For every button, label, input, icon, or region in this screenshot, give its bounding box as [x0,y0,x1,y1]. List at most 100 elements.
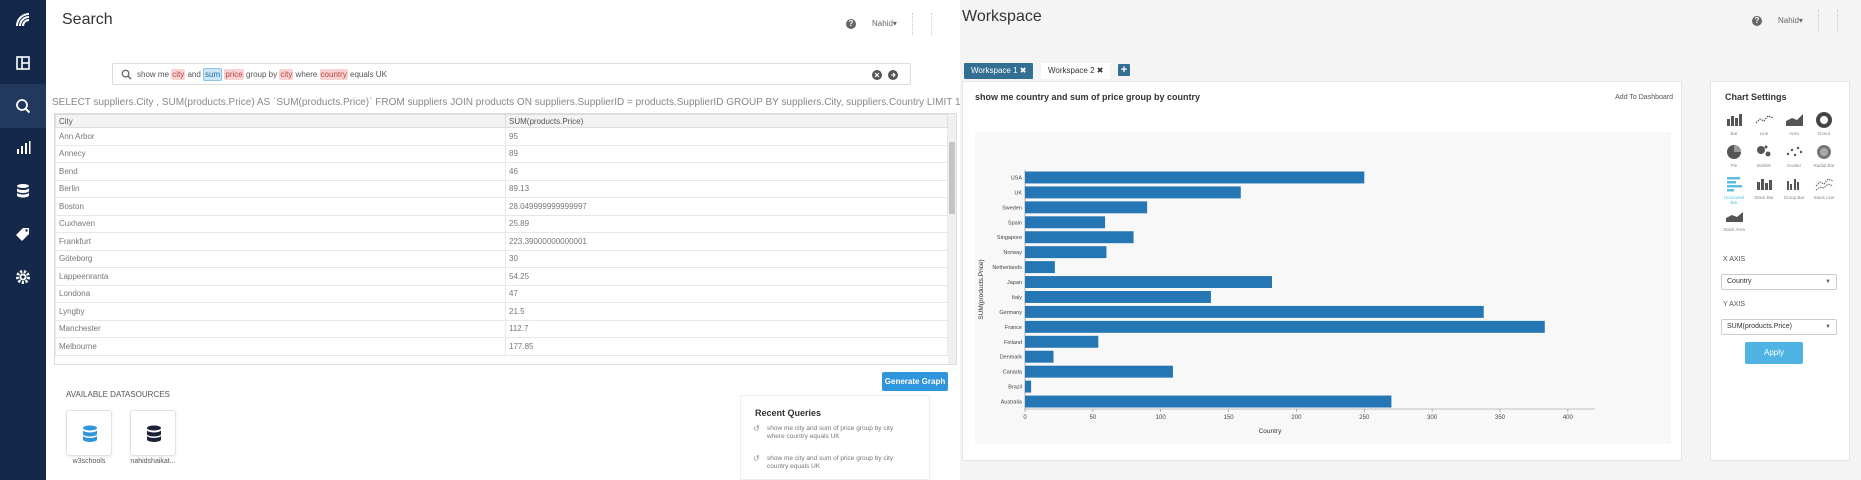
chart-type-scatter[interactable]: Scatter [1781,142,1807,172]
chart-settings-title: Chart Settings [1725,92,1787,102]
settings-icon[interactable] [0,257,46,297]
chart-type-horizontal-bar[interactable]: Horizontal Bar [1721,174,1747,205]
cell-sum-price: 89 [505,144,948,163]
query-token[interactable]: city [171,69,186,80]
bar-singapore [1025,231,1134,244]
recent-query-item[interactable]: ↺ show me city and sum of price group by … [753,455,903,471]
chart-type-stack-bar[interactable]: Stack Bar [1751,174,1777,204]
clear-icon[interactable] [872,70,882,80]
avatar[interactable] [912,13,932,35]
add-tab-button[interactable]: + [1118,64,1130,76]
help-icon[interactable]: ? [846,19,856,29]
analytics-icon[interactable] [0,128,46,168]
chart-type-line[interactable]: Line [1751,110,1777,140]
generate-graph-button[interactable]: Generate Graph [882,372,948,391]
table-row: Frankfurt 223.39000000000001 [55,232,948,251]
cell-sum-price: 223.39000000000001 [505,232,948,251]
x-tick-label: 400 [1563,415,1574,421]
bar-netherlands [1025,261,1055,274]
cell-sum-price: 54.25 [505,267,948,286]
search-input[interactable]: show me city and sum price group by city… [112,63,911,85]
tag-icon[interactable] [0,214,46,254]
y-tick-label: Canada [1003,370,1023,376]
chart-type-icon [1817,145,1831,159]
y-tick-label: Norway [1003,250,1022,256]
table-scrollbar[interactable] [948,114,956,364]
y-tick-label: Australia [1001,400,1023,406]
table-row: Manchester 112.7 [55,319,948,338]
cell-city: Göteborg [55,249,506,268]
user-menu[interactable]: Nahid▾ [1778,16,1803,25]
chart-type-label: Bar [1730,131,1738,136]
chart-type-icon [1755,115,1774,124]
table-row: Annecy 89 [55,144,948,163]
datasource-card-nahidshaikat[interactable] [130,410,176,456]
x-axis-title: Country [1259,428,1283,435]
table-row: Boston 28.049999999999997 [55,197,948,216]
query-token[interactable]: sum [203,68,223,81]
add-to-dashboard-link[interactable]: Add To Dashboard [1615,94,1673,101]
recent-query-item[interactable]: ↺ show me city and sum of price group by … [753,425,903,441]
submit-arrow-icon[interactable] [888,70,898,80]
chart-type-pie[interactable]: Pie [1721,142,1747,172]
chart-type-area[interactable]: Area [1781,110,1807,140]
table-row: Ann Arbor 95 [55,127,948,146]
x-tick-label: 300 [1427,415,1438,421]
table-scroll-thumb[interactable] [949,142,955,214]
recent-queries-title: Recent Queries [755,408,822,418]
avatar[interactable] [1818,10,1838,32]
chart-title: show me country and sum of price group b… [975,92,1201,102]
datasource-card-w3schools[interactable] [66,410,112,456]
x-axis-value: Country [1727,278,1752,285]
tab-workspace-2[interactable]: Workspace 2 ✖ [1041,63,1111,79]
logo-icon[interactable] [0,0,46,40]
cell-sum-price: 112.7 [505,319,948,338]
query-token[interactable]: price [224,69,244,80]
chart-type-stack-line[interactable]: Stack Line [1811,174,1837,204]
cell-sum-price: 25.89 [505,214,948,233]
dashboard-icon[interactable] [0,43,46,83]
y-axis-title: SUM(products.Price) [978,259,985,319]
bar-germany [1025,305,1484,318]
y-axis-select[interactable]: SUM(products.Price) ▼ [1721,319,1837,335]
y-tick-label: Germany [999,310,1022,316]
chevron-down-icon: ▼ [1825,279,1831,285]
bar-finland [1025,335,1099,348]
chart-type-label: Line [1759,131,1769,136]
tab-workspace-1[interactable]: Workspace 1 ✖ [964,63,1034,79]
chart-type-donut[interactable]: Donut [1811,110,1837,140]
query-token[interactable]: city [279,69,294,80]
chart-type-bubble[interactable]: Bubble [1751,142,1777,172]
query-token[interactable]: country [319,69,348,80]
chart-type-stack-area[interactable]: Stack Area [1721,206,1747,236]
chart-type-label: Stack Line [1813,195,1835,200]
database-icon[interactable] [0,171,46,211]
recent-queries-panel: Recent Queries ↺ show me city and sum of … [740,395,930,480]
chart-type-label: Radial Bar [1813,163,1835,168]
chart-type-radial-bar[interactable]: Radial Bar [1811,142,1837,172]
user-menu[interactable]: Nahid▾ [872,19,897,28]
column-header-sum-price[interactable]: SUM(products.Price) [505,114,948,128]
chart-type-icon [1757,145,1771,157]
chart-type-bar[interactable]: Bar [1721,110,1747,140]
apply-button[interactable]: Apply [1745,342,1803,364]
cell-sum-price: 89.13 [505,179,948,198]
y-tick-label: Denmark [1000,355,1023,361]
chart-type-icon [1786,146,1803,157]
x-tick-label: 50 [1090,415,1097,421]
x-axis-select[interactable]: Country ▼ [1721,274,1837,290]
search-query-text: show me city and sum price group by city… [137,68,387,81]
cell-city: Boston [55,197,506,216]
y-tick-label: Brazil [1008,385,1022,391]
search-icon[interactable] [0,84,46,128]
chart-type-label: Group Bar [1783,195,1805,200]
column-header-city[interactable]: City [55,114,506,128]
chart-type-group-bar[interactable]: Group Bar [1781,174,1807,204]
cell-sum-price: 46 [505,162,948,181]
chevron-down-icon: ▼ [1825,324,1831,330]
table-row: Londona 47 [55,284,948,303]
table-row: Lyngby 21.5 [55,302,948,321]
workspace-title: Workspace [962,8,1042,25]
database-icon [147,425,161,442]
help-icon[interactable]: ? [1752,16,1762,26]
